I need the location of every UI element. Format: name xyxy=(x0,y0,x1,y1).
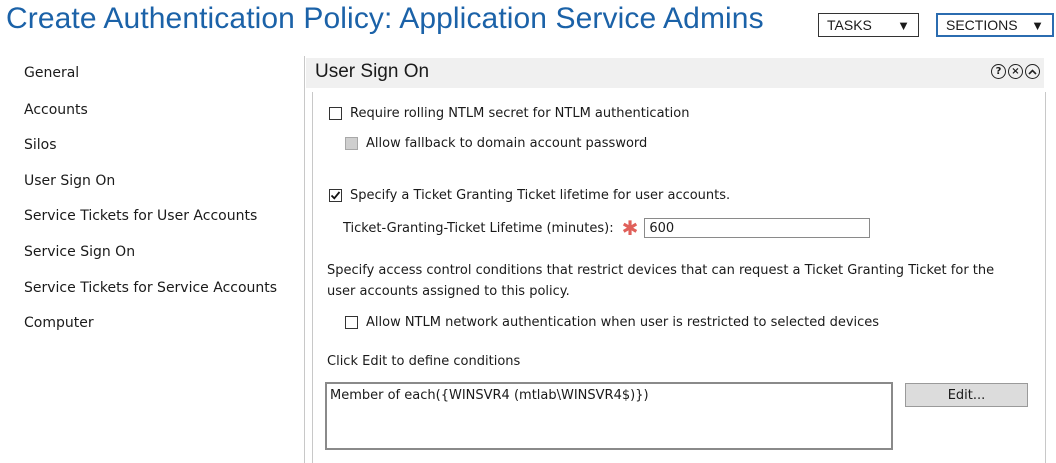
nav-item-accounts[interactable]: Accounts xyxy=(24,102,88,118)
tgt-lifetime-label: Ticket-Granting-Ticket Lifetime (minutes… xyxy=(343,220,614,236)
nav-item-silos[interactable]: Silos xyxy=(24,137,57,153)
nav-item-general[interactable]: General xyxy=(24,65,79,81)
ntlm-secret-checkbox[interactable] xyxy=(329,107,342,120)
collapse-icon[interactable] xyxy=(1025,64,1040,79)
section-header: User Sign On ? × xyxy=(306,58,1044,88)
ntlm-secret-row: Require rolling NTLM secret for NTLM aut… xyxy=(329,106,689,121)
nav-item-service-sign-on[interactable]: Service Sign On xyxy=(24,244,135,260)
tgt-checkbox[interactable] xyxy=(329,189,342,202)
sections-label: SECTIONS xyxy=(946,17,1018,33)
edit-button[interactable]: Edit... xyxy=(905,383,1028,407)
nav-item-user-sign-on[interactable]: User Sign On xyxy=(24,173,115,189)
close-icon[interactable]: × xyxy=(1008,64,1023,79)
section-content: Require rolling NTLM secret for NTLM aut… xyxy=(312,92,1046,463)
tasks-dropdown[interactable]: TASKS ▼ xyxy=(818,13,919,37)
access-control-text-line2: user accounts assigned to this policy. xyxy=(327,284,570,299)
checkmark-icon xyxy=(330,191,341,200)
nav-item-computer[interactable]: Computer xyxy=(24,315,94,331)
ntlm-network-label: Allow NTLM network authentication when u… xyxy=(366,315,880,330)
nav-item-service-tickets-user[interactable]: Service Tickets for User Accounts xyxy=(24,208,257,224)
triangle-down-icon: ▼ xyxy=(897,17,910,33)
access-control-text-line1: Specify access control conditions that r… xyxy=(327,263,995,278)
fallback-row: Allow fallback to domain account passwor… xyxy=(345,136,647,151)
tgt-row: Specify a Ticket Granting Ticket lifetim… xyxy=(329,188,730,203)
nav-item-service-tickets-service[interactable]: Service Tickets for Service Accounts xyxy=(24,280,277,296)
tgt-lifetime-row: Ticket-Granting-Ticket Lifetime (minutes… xyxy=(343,216,871,240)
tgt-lifetime-input[interactable]: 600 xyxy=(644,218,871,238)
section-title: User Sign On xyxy=(315,61,430,82)
divider xyxy=(304,56,305,463)
fallback-checkbox[interactable] xyxy=(345,137,358,150)
edit-hint: Click Edit to define conditions xyxy=(327,354,521,369)
ntlm-secret-label: Require rolling NTLM secret for NTLM aut… xyxy=(350,106,690,121)
fallback-label: Allow fallback to domain account passwor… xyxy=(366,136,648,151)
required-asterisk-icon: ✱ xyxy=(621,216,639,240)
triangle-down-icon: ▼ xyxy=(1031,17,1044,33)
sections-dropdown[interactable]: SECTIONS ▼ xyxy=(936,13,1054,37)
help-icon[interactable]: ? xyxy=(991,64,1006,79)
ntlm-network-checkbox[interactable] xyxy=(345,316,358,329)
conditions-value: Member of each({WINSVR4 (mtlab\WINSVR4$)… xyxy=(330,388,649,403)
ntlm-network-row: Allow NTLM network authentication when u… xyxy=(345,315,879,330)
tasks-label: TASKS xyxy=(827,17,872,33)
conditions-box[interactable]: Member of each({WINSVR4 (mtlab\WINSVR4$)… xyxy=(325,382,893,450)
tgt-label: Specify a Ticket Granting Ticket lifetim… xyxy=(350,188,731,203)
page-title: Create Authentication Policy: Applicatio… xyxy=(6,2,764,35)
